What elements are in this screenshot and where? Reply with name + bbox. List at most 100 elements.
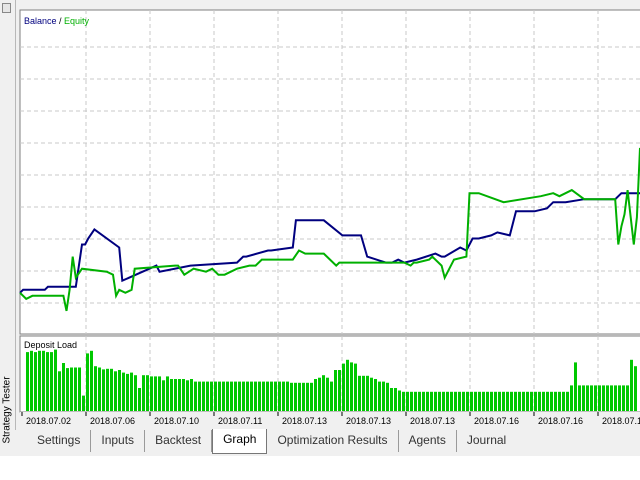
deposit-load-bar [502,391,505,411]
deposit-load-bar [110,368,113,411]
deposit-load-bar [498,391,501,411]
legend-separator: / [57,16,65,26]
deposit-load-bar [274,381,277,411]
tab-graph[interactable]: Graph [212,429,268,454]
deposit-load-bar [218,381,221,411]
deposit-load-bar [510,391,513,411]
deposit-load-bar [550,391,553,411]
tab-backtest[interactable]: Backtest [145,430,213,452]
deposit-load-bar [270,381,273,411]
deposit-load-bar [338,370,341,411]
deposit-load-bar [474,391,477,411]
x-axis-tick-label: 2018.07.11 [218,416,262,426]
x-axis-tick-label: 2018.07.02 [26,416,71,426]
deposit-load-bar [566,391,569,411]
tester-tabs-bar: Settings Inputs Backtest Graph Optimization … [15,429,640,456]
deposit-load-bar [210,381,213,411]
deposit-load-bar [182,379,185,411]
deposit-load-bar [266,381,269,411]
deposit-load-bar [598,385,601,411]
deposit-load-bar [434,391,437,411]
deposit-load-bar [326,377,329,411]
deposit-load-bar [122,372,125,411]
deposit-load-bar [514,391,517,411]
deposit-load-bar [534,391,537,411]
deposit-load-bar [554,391,557,411]
deposit-load-bar [398,390,401,411]
tab-settings[interactable]: Settings [27,430,92,452]
tester-tabs: Settings Inputs Backtest Graph Optimization … [27,429,516,454]
deposit-load-bar [486,391,489,411]
deposit-load-bar [594,385,597,411]
deposit-load-bar [254,381,257,411]
tab-inputs[interactable]: Inputs [91,430,146,452]
tab-agents[interactable]: Agents [399,430,457,452]
deposit-load-bar [178,379,181,411]
x-axis-tick-label: 2018.07.13 [410,416,455,426]
deposit-load-bar [578,385,581,411]
deposit-load-bar [66,368,69,411]
deposit-load-bar [134,375,137,411]
deposit-load-bar [170,379,173,411]
deposit-load-bar [150,376,153,411]
deposit-load-bar [322,375,325,411]
deposit-load-bar [222,381,225,411]
deposit-load-bar [74,367,77,411]
deposit-load-bar [138,388,141,411]
deposit-load-bar [602,385,605,411]
deposit-load-bar [50,352,53,411]
deposit-load-bar [374,379,377,411]
deposit-load-bar [98,367,101,411]
deposit-load-bar [342,363,345,411]
deposit-load-bar [126,373,129,411]
deposit-load-bar [54,349,57,411]
deposit-load-bar [350,362,353,411]
deposit-load-bar [558,391,561,411]
deposit-load-bar [206,381,209,411]
deposit-load-bar [34,352,37,411]
deposit-load-bar [86,353,89,411]
deposit-load-bar [614,385,617,411]
deposit-load-bar [290,382,293,411]
deposit-load-bar [626,385,629,411]
deposit-load-bar [422,391,425,411]
deposit-load-bar [194,381,197,411]
deposit-load-bar [458,391,461,411]
x-axis: 2018.07.02 2018.07.06 2018.07.10 2018.07.11… [20,412,640,430]
deposit-load-bar [298,382,301,411]
graph-area: Balance / Equity Deposit Load 2018.07.02… [19,9,640,430]
chart-legend: Balance / Equity [24,16,90,26]
deposit-load-bar [154,376,157,411]
deposit-load-bar [186,380,189,411]
deposit-load-bar [294,382,297,411]
x-axis-tick-label: 2018.07.1 [602,416,640,426]
deposit-load-bar [38,350,41,411]
deposit-load-bar [454,391,457,411]
deposit-load-bar [230,381,233,411]
deposit-load-bar [382,381,385,411]
bottom-blank-area [0,456,640,480]
deposit-load-bar [582,385,585,411]
deposit-load-bar [102,369,105,411]
deposit-load-bar [370,377,373,411]
tab-journal[interactable]: Journal [457,430,516,452]
deposit-load-bar [58,371,61,411]
deposit-load-bar [574,362,577,411]
deposit-load-bar [82,395,85,411]
tab-optimization-results[interactable]: Optimization Results [267,430,399,452]
deposit-load-bar [590,385,593,411]
deposit-load-bar [586,385,589,411]
deposit-load-bar [610,385,613,411]
deposit-load-bar [130,372,133,411]
deposit-load-bar [518,391,521,411]
deposit-load-bar [446,391,449,411]
deposit-load-bar [418,391,421,411]
deposit-load-bar [462,391,465,411]
deposit-load-bar [162,380,165,411]
deposit-load-bar [318,377,321,411]
x-axis-tick-label: 2018.07.16 [474,416,519,426]
deposit-load-bar [394,388,397,411]
deposit-load-bar [26,352,29,411]
deposit-load-bar [90,350,93,411]
deposit-load-bar [390,388,393,411]
